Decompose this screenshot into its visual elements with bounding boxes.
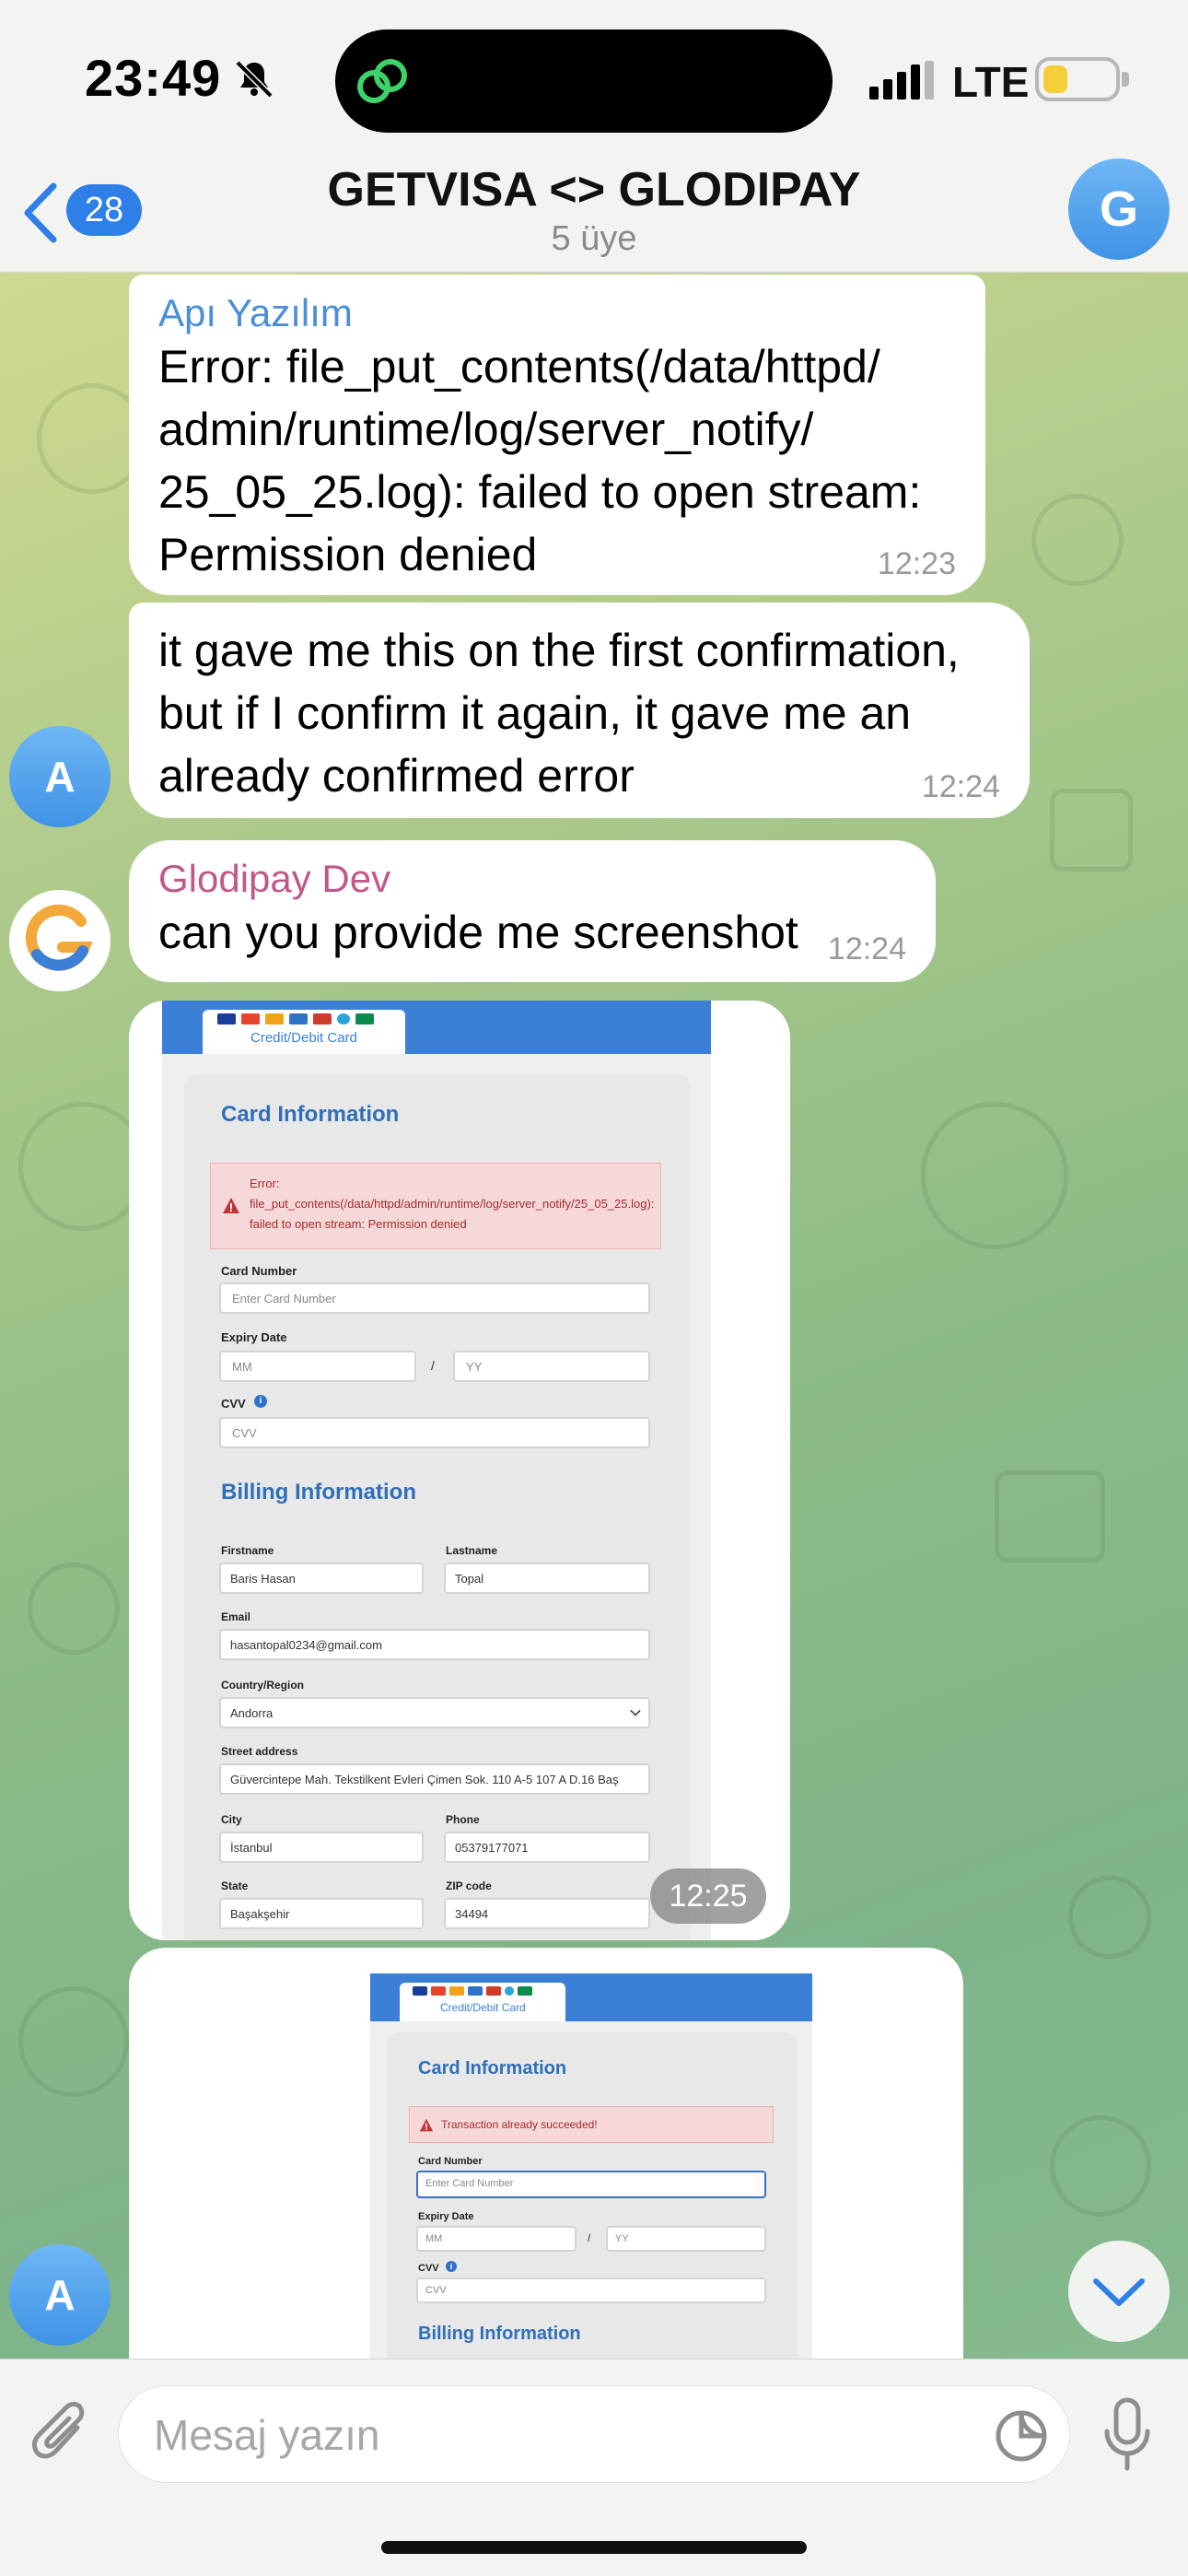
silent-bell-icon [235,60,274,99]
phone-input: 05379177071 [444,1832,650,1863]
card-brand-icons [217,1013,392,1028]
expiry-label: Expiry Date [418,2211,474,2222]
image-message[interactable]: Credit/Debit Card Card Information Error… [129,1001,790,1940]
info-icon: i [446,2261,457,2272]
signal-icon [869,61,934,100]
cvv-label: CVV [221,1397,246,1411]
cvv-label: CVV [418,2263,439,2274]
scroll-to-bottom-button[interactable] [1068,2241,1170,2342]
sender-avatar[interactable] [9,890,111,991]
card-number-input: Enter Card Number [219,1282,650,1314]
chevron-down-icon [630,1709,641,1716]
screenshot-form: Credit/Debit Card Card Information Trans… [370,1973,812,2359]
country-label: Country/Region [221,1679,304,1692]
message-time: 12:24 [921,769,1000,804]
image-message[interactable]: Credit/Debit Card Card Information Trans… [129,1948,963,2359]
error-box: Error: file_put_contents(/data/httpd/adm… [210,1163,661,1249]
clock: 23:49 [85,49,222,107]
state-input: Başakşehir [219,1898,424,1929]
error-box: Transaction already succeeded! [409,2106,774,2143]
street-input: Güvercintepe Mah. Tekstilkent Evleri Çim… [219,1763,650,1795]
chat-header: 28 GETVISA <> GLODIPAY 5 üye G [0,138,1188,273]
message-bubble[interactable]: Glodipay Dev can you provide me screensh… [129,840,936,982]
expiry-separator: / [431,1358,435,1373]
chat-title[interactable]: GETVISA <> GLODIPAY [0,162,1188,217]
phone-label: Phone [446,1813,480,1826]
city-input: İstanbul [219,1832,424,1863]
zip-input: 34494 [444,1898,650,1929]
battery-icon [1035,57,1129,101]
firstname-label: Firstname [221,1544,274,1557]
link-chain-icon [357,59,407,103]
error-text: file_put_contents(/data/httpd/admin/runt… [250,1197,655,1211]
expiry-label: Expiry Date [221,1330,287,1344]
message-time: 12:24 [827,931,906,966]
error-text: failed to open stream: Permission denied [250,1217,467,1231]
cvv-input: CVV [219,1417,650,1448]
card-information-heading: Card Information [418,2058,567,2078]
error-text: Transaction already succeeded! [441,2118,598,2131]
expiry-month-input: MM [416,2226,577,2252]
email-input: hasantopal0234@gmail.com [219,1629,650,1660]
firstname-input: Baris Hasan [219,1563,424,1594]
message-input[interactable]: Mesaj yazın [118,2385,1070,2483]
tab-credit-debit-card: Credit/Debit Card [440,2001,526,2014]
message-input-placeholder: Mesaj yazın [154,2411,380,2459]
tab-credit-debit-card: Credit/Debit Card [250,1030,357,1046]
street-label: Street address [221,1745,298,1758]
warning-icon [419,2118,434,2132]
message-text: it gave me this on the first confirmatio… [158,625,960,802]
lastname-label: Lastname [446,1544,498,1557]
sticker-icon[interactable] [994,2408,1049,2464]
chevron-down-icon [1093,2278,1145,2306]
cvv-input: CVV [416,2277,766,2303]
message-sender[interactable]: Glodipay Dev [158,857,906,901]
home-indicator [381,2541,807,2554]
expiry-year-input: YY [606,2226,766,2252]
paperclip-icon[interactable] [28,2396,92,2470]
card-information-heading: Card Information [221,1102,400,1127]
message-sender[interactable]: Apı Yazılım [158,291,956,335]
email-label: Email [221,1610,251,1623]
expiry-month-input: MM [219,1351,416,1382]
member-count: 5 üye [551,219,637,258]
network-type: LTE [952,58,1030,106]
group-avatar[interactable]: G [1068,158,1170,260]
expiry-separator: / [588,2231,591,2244]
dynamic-island [335,29,833,133]
sender-avatar[interactable]: A [9,726,111,827]
lastname-input: Topal [444,1563,650,1594]
message-bubble[interactable]: Apı Yazılım Error: file_put_contents(/da… [129,275,985,595]
message-text: Error: file_put_contents(/data/httpd/ ad… [158,341,922,580]
country-select: Andorra [219,1697,650,1728]
info-icon: i [254,1395,267,1408]
zip-label: ZIP code [446,1879,492,1892]
message-text: can you provide me screenshot [158,907,798,958]
error-text: Error: [250,1177,280,1190]
billing-information-heading: Billing Information [221,1480,416,1505]
card-number-label: Card Number [418,2156,483,2167]
card-number-label: Card Number [221,1264,297,1278]
billing-information-heading: Billing Information [418,2324,581,2344]
screenshot-form: Credit/Debit Card Card Information Error… [162,1001,711,1940]
glodipay-logo-icon [9,890,111,991]
warning-icon [223,1198,239,1213]
state-label: State [221,1879,249,1892]
card-brand-icons [413,1986,551,1997]
city-label: City [221,1813,242,1826]
sender-avatar[interactable]: A [9,2244,111,2346]
message-bubble[interactable]: it gave me this on the first confirmatio… [129,603,1030,818]
microphone-icon[interactable] [1101,2396,1153,2474]
message-time: 12:23 [877,546,956,581]
image-time: 12:25 [650,1868,766,1924]
expiry-year-input: YY [453,1351,650,1382]
card-number-input: Enter Card Number [416,2171,766,2198]
